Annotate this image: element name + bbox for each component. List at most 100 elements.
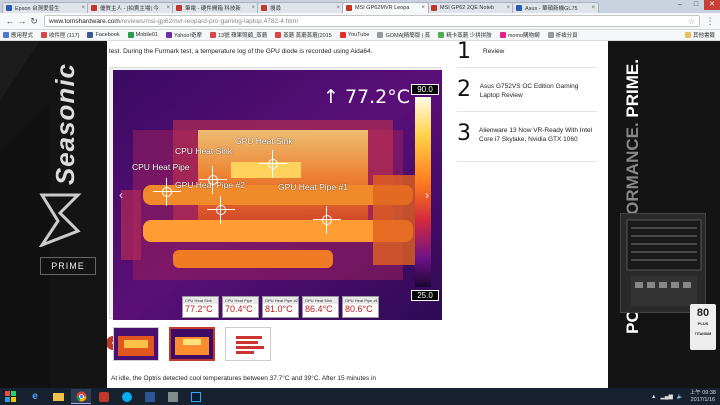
marker-gpu-heat-sink xyxy=(259,150,287,178)
browser-tab-2[interactable]: 優質主人 - |拍賣主場| 今 × xyxy=(87,2,174,13)
chrome-icon[interactable] xyxy=(71,389,91,404)
bookmark-item[interactable]: Mobile01 xyxy=(127,32,158,38)
bookmark-favicon-icon xyxy=(547,32,554,38)
scale-max: 90.0 xyxy=(411,84,439,95)
sidebar-separator xyxy=(457,67,597,68)
tab-favicon-icon xyxy=(176,5,182,11)
bookmark-item[interactable]: 精卡蒸蘑 少拼拼肢 xyxy=(438,31,492,39)
sidebar-item-3[interactable]: 3 Alienware 13 Now VR-Ready With Intel C… xyxy=(457,123,597,145)
reload-button[interactable]: ↻ xyxy=(28,15,40,27)
left-advertisement[interactable]: Seasonic PRIME xyxy=(0,41,107,388)
photoshop-icon[interactable] xyxy=(186,389,206,404)
marker-gpu-heat-pipe-1 xyxy=(313,206,341,234)
bookmark-item[interactable]: 13號 蘋果照顧_蒸蘑 xyxy=(210,31,267,39)
minimize-button[interactable]: – xyxy=(672,0,688,10)
url-host: www.tomshardware.com xyxy=(49,17,120,25)
tab-close-icon[interactable]: × xyxy=(336,5,340,11)
label-cpu-heat-pipe: CPU Heat Pipe xyxy=(132,162,190,172)
tray-arrow-icon[interactable]: ▲ xyxy=(651,394,656,400)
temperature-readout: GPU Heat Pipe #2 81.0°C xyxy=(262,296,299,318)
system-tray: ▲ ▂▄▆ 🔈 上午 09:38 2017/1/16 xyxy=(651,390,720,403)
sidebar-item-2[interactable]: 2 Asus G752VS OC Edition Gaming Laptop R… xyxy=(457,79,597,101)
max-temp-readout: ↑ 77.2°C xyxy=(323,86,411,108)
browser-tab-7[interactable]: Asus - 華碩新機GL75 × xyxy=(512,2,599,13)
temperature-readout: GPU Heat Sink 86.4°C xyxy=(302,296,339,318)
bookmark-item[interactable]: 收件匣 (117) xyxy=(41,31,79,39)
sidebar-separator xyxy=(457,161,597,162)
folder-icon xyxy=(684,32,691,38)
bookmark-item[interactable]: 祈禱分頁 xyxy=(547,31,578,39)
bookmark-favicon-icon xyxy=(499,32,506,38)
tab-favicon-icon xyxy=(6,5,12,11)
url-path: /reviews/msi-gp62mvr-leopard-pro-gaming-… xyxy=(119,17,298,25)
bookmark-favicon-icon xyxy=(275,32,282,38)
close-window-button[interactable]: ✕ xyxy=(704,0,720,10)
marker-gpu-heat-pipe-2 xyxy=(207,196,235,224)
internet-explorer-icon[interactable]: e xyxy=(25,389,45,404)
tab-close-icon[interactable]: × xyxy=(81,5,85,11)
bookmark-favicon-icon xyxy=(165,32,172,38)
clock[interactable]: 上午 09:38 2017/1/16 xyxy=(690,390,716,403)
bookmark-item[interactable]: 蒸蘑 蒸蘑蒸蘑(2015 xyxy=(275,31,332,39)
address-bar[interactable]: www.tomshardware.com/reviews/msi-gp62mvr… xyxy=(44,15,700,27)
tab-favicon-icon xyxy=(516,5,522,11)
app-icon-gray[interactable] xyxy=(163,389,183,404)
browser-tab-3[interactable]: 筆電 - 硬件開箱 科技新 × xyxy=(172,2,259,13)
tab-close-icon[interactable]: × xyxy=(591,5,595,11)
gallery-next-arrow-icon[interactable]: › xyxy=(425,188,429,202)
bookmark-item[interactable]: momo購物網 xyxy=(499,31,540,39)
network-icon[interactable]: ▂▄▆ xyxy=(660,394,672,400)
bookmark-item[interactable]: Facebook xyxy=(87,32,120,38)
thermal-image[interactable]: ↑ 77.2°C 90.0 25.0 GPU Heat Sink CPU Hea… xyxy=(113,70,442,320)
bookmark-favicon-icon xyxy=(377,32,384,38)
file-explorer-icon[interactable] xyxy=(48,389,68,404)
temperature-readout: CPU Heat Sink 77.2°C xyxy=(182,296,219,318)
bookmark-star-icon[interactable]: ☆ xyxy=(688,17,695,26)
image-gallery: ↑ 77.2°C 90.0 25.0 GPU Heat Sink CPU Hea… xyxy=(109,67,442,320)
seasonic-swoosh-icon xyxy=(38,193,82,247)
bookmark-favicon-icon xyxy=(87,32,94,38)
maximize-button[interactable]: □ xyxy=(688,0,704,10)
tab-favicon-icon xyxy=(261,5,267,11)
thumbnail-2[interactable] xyxy=(169,327,215,361)
app-icon-red[interactable] xyxy=(94,389,114,404)
start-button-icon[interactable] xyxy=(0,389,22,404)
browser-tab-1[interactable]: Epson 台灣愛普生 × xyxy=(2,2,89,13)
80-plus-titanium-badge: 80 PLUS TITANIUM xyxy=(690,304,716,350)
tab-close-icon[interactable]: × xyxy=(166,5,170,11)
article-paragraph-bottom: At idle, the Optris detected cool temper… xyxy=(111,375,376,382)
volume-icon[interactable]: 🔈 xyxy=(677,394,684,400)
gallery-prev-arrow-icon[interactable]: ‹ xyxy=(119,188,123,202)
app-icon-blue[interactable] xyxy=(140,389,160,404)
tab-close-icon[interactable]: × xyxy=(421,5,425,11)
bookmark-item[interactable]: YouTube xyxy=(339,32,369,38)
thumbnail-1[interactable] xyxy=(113,327,159,361)
tab-favicon-icon xyxy=(91,5,97,11)
bookmark-favicon-icon xyxy=(127,32,134,38)
psu-product-image xyxy=(620,213,706,313)
temperature-readout: GPU Heat Pipe #1 80.6°C xyxy=(342,296,379,318)
thumbnail-3[interactable] xyxy=(225,327,271,361)
menu-icon[interactable]: ⋮ xyxy=(704,16,716,27)
browser-toolbar: ← → ↻ www.tomshardware.com/reviews/msi-g… xyxy=(0,13,720,30)
bookmark-item[interactable]: Yahoo!奇摩 xyxy=(165,31,202,39)
forward-button[interactable]: → xyxy=(16,15,28,27)
scale-min: 25.0 xyxy=(411,290,439,301)
right-advertisement[interactable]: POWER. PERFORMANCE. PRIME. 80 PLUS TITAN… xyxy=(608,41,720,388)
bookmark-item[interactable]: 應用程式 xyxy=(3,31,33,39)
tab-close-icon[interactable]: × xyxy=(251,5,255,11)
browser-tab-4[interactable]: 搜尋 × xyxy=(257,2,344,13)
label-gpu-heat-pipe-1: GPU Heat Pipe #1 xyxy=(278,182,348,192)
browser-tab-5[interactable]: MSI GP62MVR Leopa × xyxy=(342,2,429,13)
tab-favicon-icon xyxy=(431,5,437,11)
bookmarks-bar: 應用程式 收件匣 (117) Facebook Mobile01 Yahoo!奇摩 13號… xyxy=(0,30,720,41)
other-bookmarks[interactable]: 其他書籤 xyxy=(684,31,715,39)
tab-close-icon[interactable]: × xyxy=(506,5,510,11)
skype-icon[interactable] xyxy=(117,389,137,404)
bookmark-item[interactable]: GOMA[精簡版 | 蒸 xyxy=(377,31,430,39)
browser-tab-6[interactable]: MSI GP62 2QE Noteb × xyxy=(427,2,514,13)
seasonic-logo: Seasonic xyxy=(50,63,80,186)
sidebar-item-1[interactable]: 1 Review xyxy=(457,41,597,63)
popular-sidebar: 1 Review 2 Asus G752VS OC Edition Gaming… xyxy=(443,41,608,388)
back-button[interactable]: ← xyxy=(4,15,16,27)
